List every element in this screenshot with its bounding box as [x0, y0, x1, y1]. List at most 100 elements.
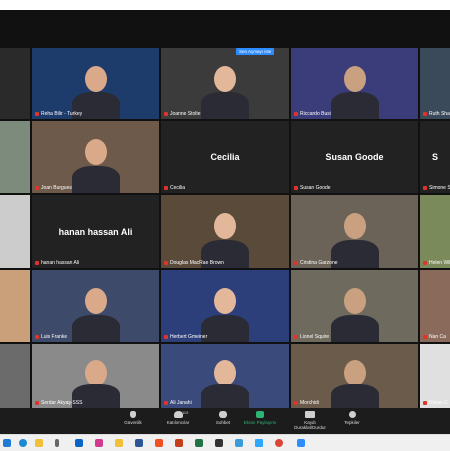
share-screen-icon	[256, 411, 264, 418]
app-icon-2[interactable]	[215, 439, 223, 447]
participant-tile[interactable]: hanan hassan Ali hanan hassan Ali	[32, 195, 159, 268]
muted-mic-icon	[35, 335, 39, 339]
chevron-icon[interactable]	[55, 439, 59, 447]
muted-mic-icon	[423, 335, 427, 339]
participant-tile[interactable]: Ali Janahi	[161, 344, 289, 408]
participant-tile[interactable]: Douglas MacRae Brown	[161, 195, 289, 268]
record-label: Kaydı Duraklat/Durdur	[294, 420, 326, 430]
participants-button[interactable]: 119 Katılımcılar	[158, 410, 198, 425]
security-button[interactable]: Güvenlik	[113, 411, 153, 425]
participant-tile[interactable]: Morchidi	[291, 344, 418, 408]
participant-tile[interactable]: Herbert Gmeiner	[161, 270, 289, 342]
participant-name-label: Joan Burgues	[35, 185, 72, 191]
muted-mic-icon	[164, 186, 168, 190]
participant-name-label: Lionel Squire	[294, 334, 329, 340]
photoshop-icon[interactable]	[255, 439, 263, 447]
participant-name: Nan Ca	[429, 334, 446, 340]
participant-name-label: Serdar Akyaş-SSS	[35, 400, 82, 406]
participant-name-label: Luis Franke	[35, 334, 67, 340]
participant-name-label: Helen Wilso	[423, 260, 450, 266]
participant-tile[interactable]: Joanne Stolte	[161, 48, 289, 119]
muted-mic-icon	[423, 112, 427, 116]
participant-tile[interactable]: Cecilia Cecilia	[161, 121, 289, 193]
participant-name: Kleian C	[429, 400, 448, 406]
chat-bubble-icon	[219, 411, 227, 418]
participant-name: Reha Bilir - Turkey	[41, 111, 83, 117]
participant-tile[interactable]: Susan Goode Susan Goode	[291, 121, 418, 193]
participant-tile[interactable]: Cristina Garzone	[291, 195, 418, 268]
muted-mic-icon	[294, 401, 298, 405]
participant-display-name: S	[431, 152, 438, 162]
participant-name-label: Ruth Sha	[423, 111, 450, 117]
participant-name-label: Kleian C	[423, 400, 448, 406]
zoom-icon[interactable]	[297, 439, 305, 447]
powerpoint-icon[interactable]	[175, 439, 183, 447]
participant-tile[interactable]: Kleian C	[420, 344, 450, 408]
folder-icon[interactable]	[115, 439, 123, 447]
participant-tile[interactable]	[0, 344, 30, 408]
security-label: Güvenlik	[124, 420, 142, 425]
participants-label: Katılımcılar	[166, 420, 190, 425]
participant-tile[interactable]: Luis Franke	[32, 270, 159, 342]
participant-name: Cecilia	[170, 185, 186, 191]
windows-taskbar	[0, 434, 450, 451]
participant-tile[interactable]	[0, 48, 30, 119]
participant-tile[interactable]	[0, 270, 30, 342]
muted-mic-icon	[164, 112, 168, 116]
participant-tile[interactable]: S Simone S	[420, 121, 450, 193]
word-icon[interactable]	[135, 439, 143, 447]
mail-icon[interactable]	[75, 439, 83, 447]
participant-name-label: hanan hassan Ali	[35, 260, 79, 266]
muted-mic-icon	[294, 261, 298, 265]
pause-stop-icon	[305, 411, 315, 418]
participant-name-label: Ali Janahi	[164, 400, 192, 406]
participant-tile[interactable]	[0, 195, 30, 268]
participant-display-name: Cecilia	[210, 152, 240, 162]
participant-name-label: Joanne Stolte	[164, 111, 201, 117]
participant-tile[interactable]: Lionel Squire	[291, 270, 418, 342]
participant-name: hanan hassan Ali	[41, 260, 80, 266]
muted-mic-icon	[164, 261, 168, 265]
participant-tile[interactable]: Ruth Sha	[420, 48, 450, 119]
participant-tile[interactable]: Riccardo Busi	[291, 48, 418, 119]
file-explorer-icon[interactable]	[35, 439, 43, 447]
muted-mic-icon	[164, 401, 168, 405]
participant-name: Douglas MacRae Brown	[170, 260, 224, 266]
share-screen-label: Ekran Paylaşımı	[243, 420, 277, 425]
request-screen-share-button[interactable]: Sen Açmayı iste	[236, 48, 275, 55]
meeting-toolbar: Güvenlik 119 Katılımcılar Sohbet Ekran P…	[0, 408, 450, 434]
participant-name-label: Nan Ca	[423, 334, 446, 340]
participant-name-label: Reha Bilir - Turkey	[35, 111, 82, 117]
participant-tile[interactable]: Joan Burgues	[32, 121, 159, 193]
participant-name: Lionel Squire	[300, 334, 330, 340]
reactions-button[interactable]: Tepkiler	[332, 411, 372, 425]
participant-name-label: Morchidi	[294, 400, 319, 406]
participant-name: Luis Franke	[41, 334, 68, 340]
participant-tile[interactable]: Serdar Akyaş-SSS	[32, 344, 159, 408]
office-icon[interactable]	[155, 439, 163, 447]
participant-name: Ali Janahi	[170, 400, 192, 406]
chat-button[interactable]: Sohbet	[203, 411, 243, 425]
record-control-button[interactable]: Kaydı Duraklat/Durdur	[289, 411, 331, 430]
muted-mic-icon	[35, 112, 39, 116]
participants-count: 119	[182, 410, 189, 415]
participant-tile[interactable]: Helen Wilso	[420, 195, 450, 268]
muted-mic-icon	[294, 186, 298, 190]
photos-icon[interactable]	[235, 439, 243, 447]
video-gallery: Reha Bilir - Turkey Joanne Stolte Riccardo…	[0, 10, 450, 408]
edge-browser-icon[interactable]	[19, 439, 27, 447]
participant-tile[interactable]: Nan Ca	[420, 270, 450, 342]
participant-name: Joanne Stolte	[170, 111, 201, 117]
share-screen-button[interactable]: Ekran Paylaşımı	[240, 411, 280, 425]
excel-icon[interactable]	[195, 439, 203, 447]
participant-name: Herbert Gmeiner	[170, 334, 208, 340]
app-icon[interactable]	[95, 439, 103, 447]
muted-mic-icon	[294, 335, 298, 339]
participant-name: Simone S	[429, 185, 450, 191]
participant-tile[interactable]: Reha Bilir - Turkey	[32, 48, 159, 119]
muted-mic-icon	[35, 261, 39, 265]
participant-tile[interactable]	[0, 121, 30, 193]
chrome-icon[interactable]	[275, 439, 283, 447]
start-icon[interactable]	[3, 439, 11, 447]
participant-name-label: Douglas MacRae Brown	[164, 260, 224, 266]
